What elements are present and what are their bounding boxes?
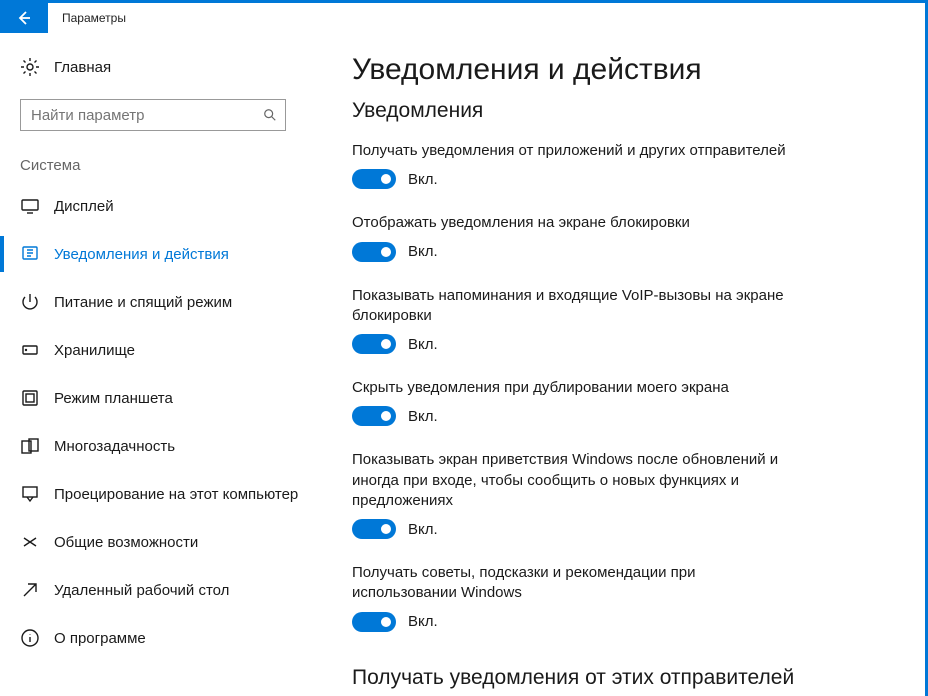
setting-label: Показывать экран приветствия Windows пос…	[352, 450, 792, 511]
search-input[interactable]	[21, 107, 255, 124]
sidebar-item-label: О программе	[54, 630, 146, 647]
sidebar-item-label: Удаленный рабочий стол	[54, 582, 229, 599]
remote-icon	[20, 580, 40, 600]
storage-icon	[20, 340, 40, 360]
sidebar-item-label: Хранилище	[54, 342, 135, 359]
multitask-icon	[20, 436, 40, 456]
setting-tips: Получать советы, подсказки и рекомендаци…	[352, 563, 792, 632]
window-title: Параметры	[62, 11, 126, 25]
notifications-icon	[20, 244, 40, 264]
setting-apps-notifications: Получать уведомления от приложений и дру…	[352, 141, 792, 189]
sidebar-item-notifications[interactable]: Уведомления и действия	[0, 230, 308, 278]
main-content: Уведомления и действия Уведомления Получ…	[308, 33, 925, 696]
back-button[interactable]	[0, 3, 48, 33]
sidebar-item-label: Питание и спящий режим	[54, 294, 232, 311]
toggle-hide-duplicating[interactable]	[352, 406, 396, 426]
sidebar-item-projecting[interactable]: Проецирование на этот компьютер	[0, 470, 308, 518]
setting-hide-duplicating: Скрыть уведомления при дублировании моег…	[352, 378, 792, 426]
shared-icon	[20, 532, 40, 552]
home-label: Главная	[54, 59, 111, 76]
home-link[interactable]: Главная	[0, 49, 308, 85]
setting-label: Получать советы, подсказки и рекомендаци…	[352, 563, 792, 604]
sidebar-item-label: Уведомления и действия	[54, 246, 229, 263]
sidebar-item-label: Многозадачность	[54, 438, 175, 455]
sidebar-item-power[interactable]: Питание и спящий режим	[0, 278, 308, 326]
toggle-tips[interactable]	[352, 612, 396, 632]
toggle-state: Вкл.	[408, 408, 438, 425]
section-senders-title: Получать уведомления от этих отправителе…	[352, 666, 885, 690]
projecting-icon	[20, 484, 40, 504]
toggle-state: Вкл.	[408, 336, 438, 353]
search-icon	[255, 108, 285, 122]
toggle-lockscreen-notifications[interactable]	[352, 242, 396, 262]
setting-label: Скрыть уведомления при дублировании моег…	[352, 378, 792, 398]
tablet-icon	[20, 388, 40, 408]
sidebar-item-remote[interactable]: Удаленный рабочий стол	[0, 566, 308, 614]
setting-label: Получать уведомления от приложений и дру…	[352, 141, 792, 161]
toggle-state: Вкл.	[408, 171, 438, 188]
page-title: Уведомления и действия	[352, 53, 885, 87]
setting-lockscreen-notifications: Отображать уведомления на экране блокиро…	[352, 213, 792, 261]
sidebar-item-display[interactable]: Дисплей	[0, 182, 308, 230]
sidebar-item-label: Дисплей	[54, 198, 114, 215]
sidebar-item-tablet[interactable]: Режим планшета	[0, 374, 308, 422]
settings-window: Параметры Главная Система Дисплей	[0, 0, 928, 696]
toggle-voip-reminders[interactable]	[352, 334, 396, 354]
toggle-state: Вкл.	[408, 613, 438, 630]
sidebar-item-label: Режим планшета	[54, 390, 173, 407]
toggle-state: Вкл.	[408, 521, 438, 538]
info-icon	[20, 628, 40, 648]
search-box[interactable]	[20, 99, 286, 131]
category-label: Система	[0, 151, 308, 182]
toggle-state: Вкл.	[408, 243, 438, 260]
sidebar-item-about[interactable]: О программе	[0, 614, 308, 662]
sidebar: Главная Система Дисплей Уведомления и де…	[0, 33, 308, 696]
setting-label: Отображать уведомления на экране блокиро…	[352, 213, 792, 233]
gear-icon	[20, 57, 40, 77]
setting-voip-reminders: Показывать напоминания и входящие VoIP-в…	[352, 286, 792, 355]
back-arrow-icon	[16, 10, 32, 26]
setting-label: Показывать напоминания и входящие VoIP-в…	[352, 286, 792, 327]
sidebar-item-label: Проецирование на этот компьютер	[54, 486, 298, 503]
section-notifications-title: Уведомления	[352, 99, 885, 123]
sidebar-item-shared[interactable]: Общие возможности	[0, 518, 308, 566]
power-icon	[20, 292, 40, 312]
toggle-welcome-screen[interactable]	[352, 519, 396, 539]
toggle-apps-notifications[interactable]	[352, 169, 396, 189]
sidebar-item-storage[interactable]: Хранилище	[0, 326, 308, 374]
sidebar-item-multitask[interactable]: Многозадачность	[0, 422, 308, 470]
setting-welcome-screen: Показывать экран приветствия Windows пос…	[352, 450, 792, 539]
sidebar-item-label: Общие возможности	[54, 534, 198, 551]
display-icon	[20, 196, 40, 216]
titlebar: Параметры	[0, 3, 925, 33]
